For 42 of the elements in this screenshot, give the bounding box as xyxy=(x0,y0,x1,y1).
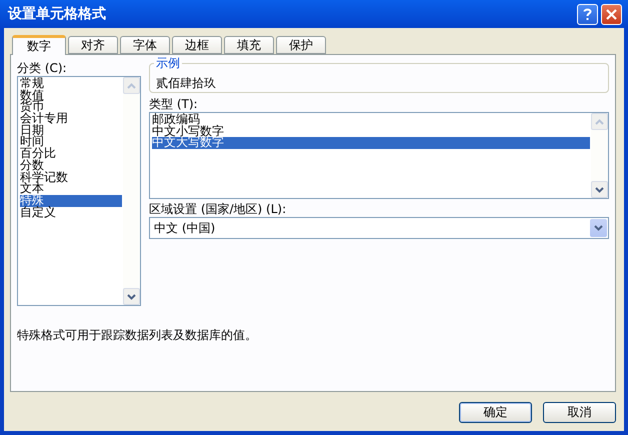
list-item[interactable]: 自定义 xyxy=(20,206,122,218)
list-item[interactable]: 分数 xyxy=(20,160,122,172)
close-icon xyxy=(606,8,617,20)
list-item[interactable]: 数值 xyxy=(20,90,122,102)
chevron-down-icon xyxy=(594,225,603,231)
locale-dropdown[interactable]: 中文 (中国) xyxy=(149,217,609,239)
list-item[interactable]: 科学记数 xyxy=(20,172,122,184)
list-item[interactable]: 特殊 xyxy=(20,194,122,207)
ok-button[interactable]: 确定 xyxy=(459,402,532,423)
chevron-up-icon xyxy=(127,82,136,88)
chevron-up-icon xyxy=(595,118,604,124)
list-item[interactable]: 日期 xyxy=(20,124,122,136)
list-item[interactable]: 常规 xyxy=(20,78,122,90)
tab[interactable]: 对齐 xyxy=(68,36,118,54)
group-label: 示例 xyxy=(154,56,182,70)
cancel-button[interactable]: 取消 xyxy=(543,402,616,423)
list-item[interactable]: 时间 xyxy=(20,136,122,148)
tab[interactable]: 填充 xyxy=(224,36,274,54)
help-button[interactable] xyxy=(577,4,598,24)
field-label: 类型 (T): xyxy=(149,97,199,111)
tab[interactable]: 边框 xyxy=(172,36,222,54)
close-button[interactable] xyxy=(601,4,622,24)
chevron-down-icon xyxy=(127,294,136,300)
list-item[interactable]: 邮政编码 xyxy=(152,114,590,126)
list-item[interactable]: 会计专用 xyxy=(20,113,122,125)
chevron-down-icon xyxy=(595,186,604,192)
list-item[interactable]: 货币 xyxy=(20,101,122,114)
tab[interactable]: 数字 xyxy=(12,35,66,55)
field-label: 区域设置 (国家/地区) (L): xyxy=(149,202,288,216)
list-item[interactable]: 中文小写数字 xyxy=(152,126,590,138)
scroll-down-button[interactable] xyxy=(591,181,608,198)
scroll-down-button[interactable] xyxy=(123,288,140,305)
field-label: 分类 (C): xyxy=(17,61,68,75)
tab[interactable]: 字体 xyxy=(120,36,170,54)
list-item[interactable]: 文本 xyxy=(20,183,122,195)
description-text: 特殊格式可用于跟踪数据列表及数据库的值。 xyxy=(17,328,258,342)
sample-value: 贰佰肆拾玖 xyxy=(156,76,216,90)
tab[interactable]: 保护 xyxy=(276,36,326,54)
help-icon xyxy=(583,8,592,20)
list-item[interactable]: 百分比 xyxy=(20,148,122,160)
list-box[interactable]: 常规 数值 货币 会计专用 日期 时间 百分比 分数 科学记数 文本 特殊 自定义 xyxy=(17,76,141,306)
window-title: 设置单元格格式 xyxy=(8,5,107,23)
